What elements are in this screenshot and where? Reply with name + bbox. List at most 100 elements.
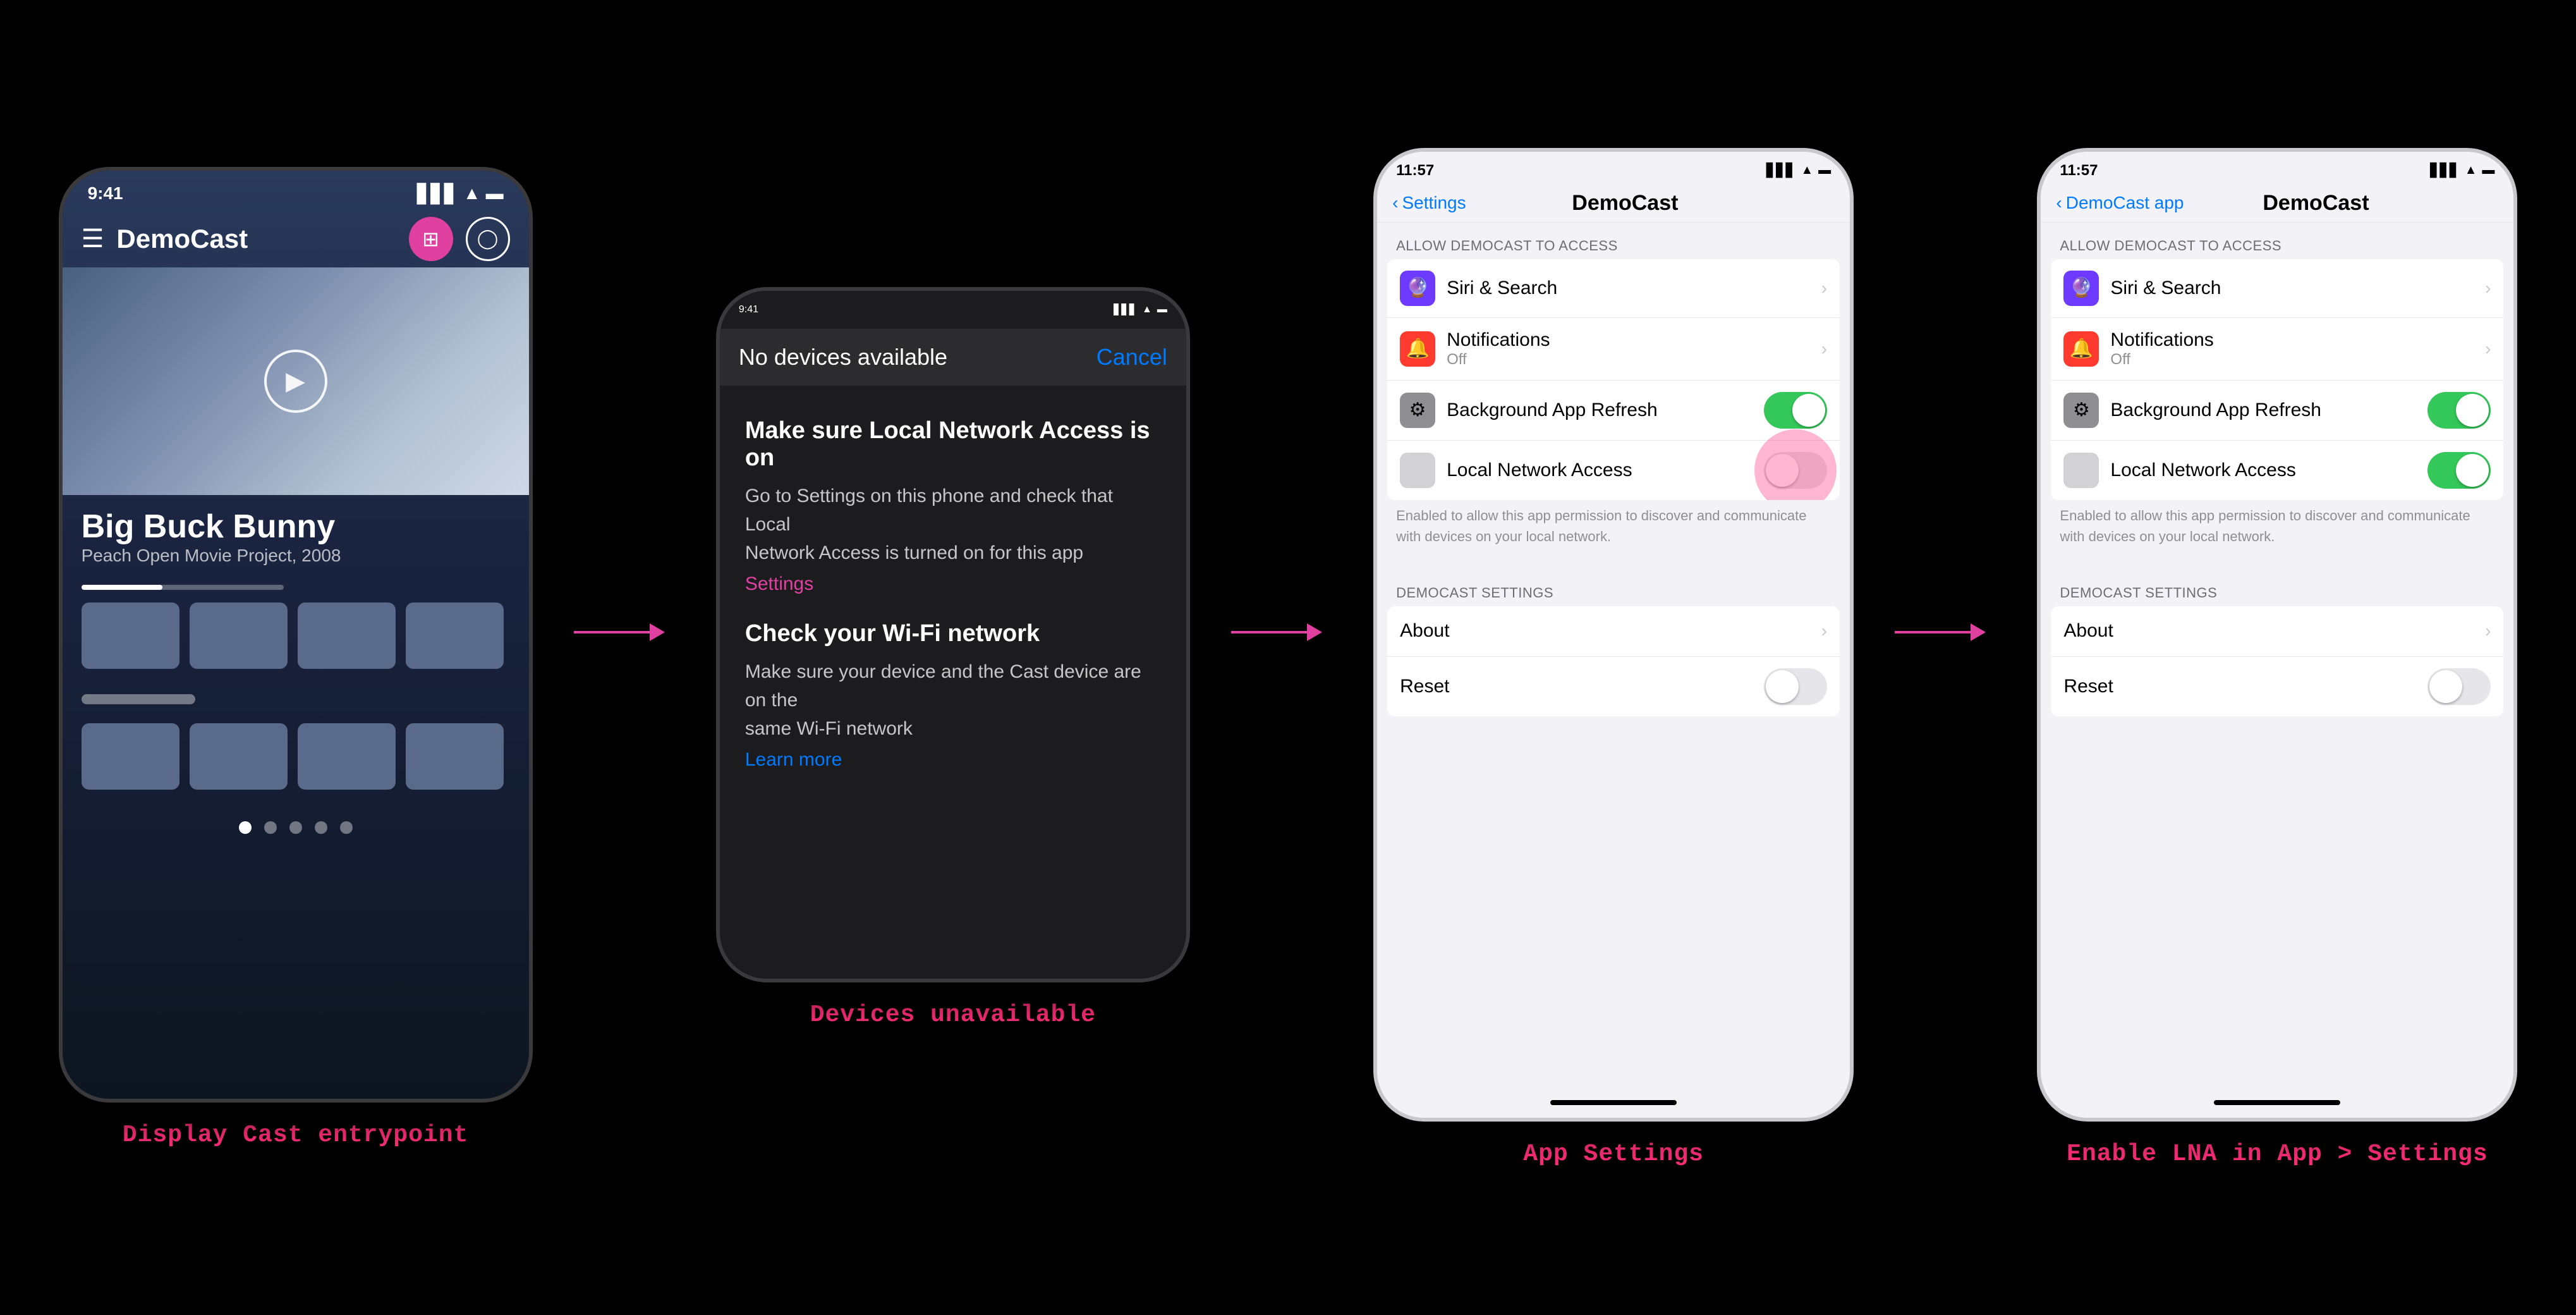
status-icons-4: ▋▋▋ ▲ ▬ [2430,162,2494,178]
lna-text: Local Network Access [1447,460,1764,481]
battery-icon-4: ▬ [2482,163,2494,178]
caption-enable-lna: Enable LNA in App > Settings [2067,1141,2488,1168]
settings-nav: ‹ Settings DemoCast [1377,185,1850,223]
section-devices: 9:41 ▋▋▋ ▲ ▬ No devices available Cancel… [716,287,1190,1029]
wifi-icon-4: ▲ [2465,163,2477,178]
siri-icon: 🔮 [1400,271,1435,306]
hero-image: ▶ [63,267,529,495]
cancel-button[interactable]: Cancel [1097,344,1167,370]
siri-row[interactable]: 🔮 Siri & Search › [1387,259,1840,318]
arrow-line-2 [1231,623,1332,641]
bg-refresh-text: Background App Refresh [1447,400,1764,421]
about-row-2[interactable]: About › [2051,606,2503,657]
reset-title: Reset [1400,676,1764,697]
reset-row-2[interactable]: Reset [2051,657,2503,716]
status-bar-dark: 9:41 ▋▋▋ ▲ ▬ [720,291,1186,329]
reset-text: Reset [1400,676,1764,697]
bg-refresh-row[interactable]: ⚙ Background App Refresh [1387,381,1840,441]
siri-title-2: Siri & Search [2110,278,2485,299]
menu-icon[interactable]: ☰ [82,224,104,254]
reset-toggle-2[interactable] [2427,668,2491,705]
settings-link[interactable]: Settings [745,573,1161,595]
dialog-title-2: Check your Wi-Fi network [745,620,1161,647]
thumb-8[interactable] [406,723,504,790]
movie-info: Big Buck Bunny Peach Open Movie Project,… [63,495,529,578]
play-button[interactable]: ▶ [264,350,327,413]
thumb-3[interactable] [298,602,396,669]
wifi-icon-2: ▲ [1142,304,1152,315]
thumb-7[interactable] [298,723,396,790]
lna-toggle-2[interactable] [2427,452,2491,489]
app-top-bar: ☰ DemoCast ⊞ ◯ [63,211,529,267]
lna-text-2: Local Network Access [2110,460,2427,481]
signal-icon-2: ▋▋▋ [1114,303,1137,316]
cast-button[interactable]: ⊞ [409,217,453,261]
thumb-1[interactable] [82,602,179,669]
thumb-4[interactable] [406,602,504,669]
lna-toggle[interactable] [1764,452,1827,489]
bg-refresh-title-2: Background App Refresh [2110,400,2427,421]
arrow-line-3 [1895,623,1996,641]
dot-4 [315,821,327,834]
bg-refresh-icon-2: ⚙ [2063,393,2099,428]
about-chevron: › [1821,621,1827,641]
notifications-icon: 🔔 [1400,331,1435,367]
battery-icon: ▬ [486,183,504,204]
thumb-6[interactable] [190,723,288,790]
bg-refresh-toggle-2[interactable] [2427,392,2491,429]
status-time: 9:41 [88,183,123,204]
chevron-left-icon-2: ‹ [2056,193,2062,213]
bg-refresh-toggle[interactable] [1764,392,1827,429]
notifications-sub-2: Off [2110,351,2485,369]
section-allow-header-2: ALLOW DEMOCAST TO ACCESS [2041,223,2513,259]
phone-settings: 11:57 ▋▋▋ ▲ ▬ ‹ Settings DemoCast ALLOW … [1373,148,1854,1122]
phone-cast: 9:41 ▋▋▋ ▲ ▬ ☰ DemoCast ⊞ ◯ ▶ Big Buck [59,167,533,1103]
bg-refresh-row-2[interactable]: ⚙ Background App Refresh [2051,381,2503,441]
section-cast: 9:41 ▋▋▋ ▲ ▬ ☰ DemoCast ⊞ ◯ ▶ Big Buck [59,167,533,1149]
back-button-2[interactable]: ‹ DemoCast app [2056,193,2184,213]
no-devices-bar: No devices available Cancel [720,329,1186,386]
progress-bar [63,585,529,590]
siri-text-2: Siri & Search [2110,278,2485,299]
lna-title: Local Network Access [1447,460,1764,481]
settings-group-1: 🔮 Siri & Search › 🔔 Notifications Off [1387,259,1840,500]
caption-cast: Display Cast entrypoint [123,1122,469,1149]
status-time-3: 11:57 [1396,162,1434,180]
notifications-chevron-2: › [2485,339,2491,359]
about-row[interactable]: About › [1387,606,1840,657]
profile-button[interactable]: ◯ [466,217,510,261]
learn-more-link[interactable]: Learn more [745,749,842,770]
siri-text: Siri & Search [1447,278,1821,299]
back-button[interactable]: ‹ Settings [1392,193,1466,213]
thumb-5[interactable] [82,723,179,790]
status-bar-light-2: 11:57 ▋▋▋ ▲ ▬ [2041,152,2513,185]
lna-title-2: Local Network Access [2110,460,2427,481]
reset-row[interactable]: Reset [1387,657,1840,716]
arrow-line-1 [574,623,675,641]
arrow-3 [1895,623,1996,641]
section-settings-header: DEMOCAST SETTINGS [1377,570,1850,606]
lna-note-2: Enabled to allow this app permission to … [2041,500,2513,557]
chevron-left-icon: ‹ [1392,193,1398,213]
back-label-2: DemoCast app [2066,193,2184,213]
about-title-2: About [2063,620,2485,642]
reset-toggle[interactable] [1764,668,1827,705]
status-icons-2: ▋▋▋ ▲ ▬ [1114,303,1167,316]
siri-icon-2: 🔮 [2063,271,2099,306]
phone-enable-lna: 11:57 ▋▋▋ ▲ ▬ ‹ DemoCast app DemoCast AL… [2037,148,2517,1122]
thumb-2[interactable] [190,602,288,669]
movie-title: Big Buck Bunny [82,508,510,546]
lna-row-2[interactable]: Local Network Access [2051,441,2503,500]
notifications-sub: Off [1447,351,1821,369]
thumbnail-row-1 [63,590,529,682]
siri-row-2[interactable]: 🔮 Siri & Search › [2051,259,2503,318]
notifications-row-2[interactable]: 🔔 Notifications Off › [2051,318,2503,381]
status-time-2: 9:41 [739,304,758,315]
lna-icon-2 [2063,453,2099,488]
lna-row[interactable]: Local Network Access [1387,441,1840,500]
settings-group-2: About › Reset [1387,606,1840,716]
home-indicator [1550,1100,1677,1105]
notifications-row[interactable]: 🔔 Notifications Off › [1387,318,1840,381]
settings-group-4: About › Reset [2051,606,2503,716]
siri-chevron: › [1821,278,1827,298]
